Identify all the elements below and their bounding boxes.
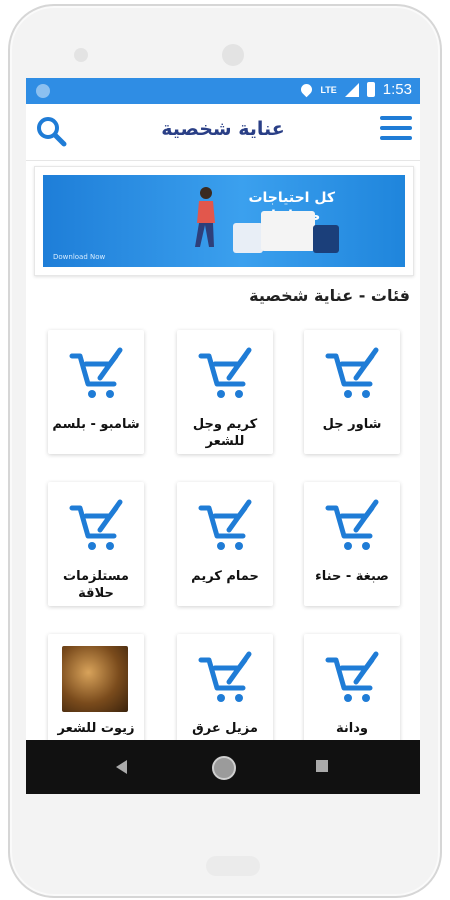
cart-icon xyxy=(198,347,252,398)
category-card[interactable]: شامبو - بلسم xyxy=(48,330,144,454)
network-label: LTE xyxy=(320,84,337,95)
status-bar: LTE 1:53 xyxy=(26,78,420,104)
product-box xyxy=(313,225,339,253)
banner-line-1: كل احتياجات xyxy=(248,190,335,206)
category-card[interactable]: شاور جل xyxy=(304,330,400,454)
promo-banner[interactable]: كل احتياجات صيدليتك Download Now xyxy=(34,166,414,276)
notification-icon xyxy=(36,84,50,98)
android-nav-bar xyxy=(26,740,420,794)
category-label: شاور جل xyxy=(322,417,382,432)
location-icon xyxy=(299,81,315,98)
app-bar: عناية شخصية xyxy=(26,104,420,161)
speaker xyxy=(74,48,88,62)
banner-footer: Download Now xyxy=(53,253,106,261)
cart-icon xyxy=(198,499,252,550)
category-label: حمام كريم xyxy=(191,569,259,584)
cart-icon xyxy=(69,347,123,398)
banner-person xyxy=(195,187,215,247)
battery-icon xyxy=(366,82,375,97)
status-icons: LTE 1:53 xyxy=(299,81,412,98)
front-camera xyxy=(222,44,244,66)
menu-icon-bar xyxy=(380,126,412,130)
hair-oil-photo xyxy=(62,646,128,712)
category-label: مستلزمات حلاقة xyxy=(63,569,129,601)
banner-image: كل احتياجات صيدليتك Download Now xyxy=(43,175,405,267)
product-box xyxy=(261,211,315,251)
cart-icon xyxy=(325,651,379,702)
home-icon[interactable] xyxy=(212,756,236,780)
menu-button[interactable] xyxy=(380,116,412,146)
screen: LTE 1:53 عناية شخصية كل احتياجات صيدليتك xyxy=(26,78,420,794)
category-label: ودانة xyxy=(336,721,368,736)
menu-icon xyxy=(380,116,412,120)
category-grid: شاور جل كريم وجل للشعر شامبو - بلسم صبغة… xyxy=(38,318,412,794)
status-time: 1:53 xyxy=(382,81,412,98)
category-label: صبغة - حناء xyxy=(315,569,389,584)
signal-icon xyxy=(344,82,359,97)
category-card[interactable]: مستلزمات حلاقة xyxy=(48,482,144,606)
category-label: شامبو - بلسم xyxy=(52,417,140,432)
category-card[interactable]: كريم وجل للشعر xyxy=(177,330,273,454)
recents-icon[interactable] xyxy=(316,760,328,772)
cart-icon xyxy=(198,651,252,702)
category-card[interactable]: صبغة - حناء xyxy=(304,482,400,606)
page-title: عناية شخصية xyxy=(161,118,285,140)
cart-icon xyxy=(325,499,379,550)
home-button-hint xyxy=(206,856,260,876)
back-icon[interactable] xyxy=(116,760,127,774)
category-label: زيوت للشعر xyxy=(57,721,135,736)
category-card[interactable]: حمام كريم xyxy=(177,482,273,606)
cart-icon xyxy=(69,499,123,550)
menu-icon-bar xyxy=(380,136,412,140)
product-box xyxy=(233,223,263,253)
category-label: كريم وجل للشعر xyxy=(192,417,258,449)
cart-icon xyxy=(325,347,379,398)
category-label: مزيل عرق xyxy=(192,721,258,736)
section-title: فئات - عناية شخصية xyxy=(249,286,410,305)
